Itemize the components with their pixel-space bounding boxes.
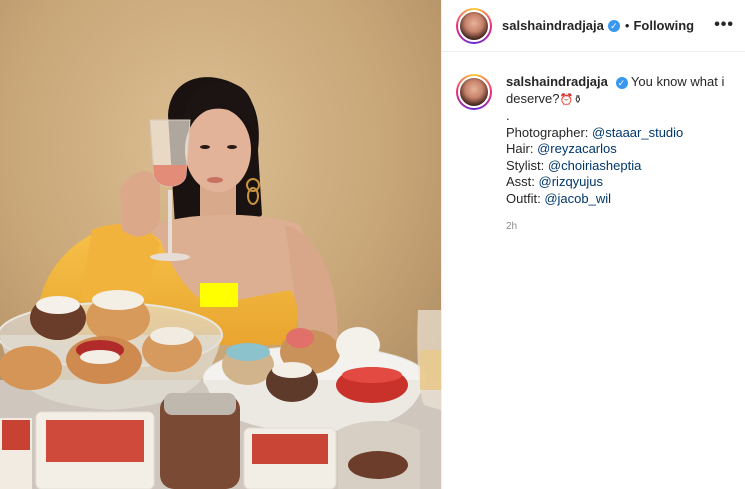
avatar[interactable] — [456, 7, 492, 44]
mention-link[interactable]: @jacob_wil — [544, 191, 611, 206]
post-photo[interactable] — [0, 0, 441, 489]
post-header: salshaindradjaja ✓ • Following ••• — [442, 0, 745, 52]
credit-label: Hair: — [506, 141, 534, 156]
post-side-panel: salshaindradjaja ✓ • Following ••• salsh… — [441, 0, 745, 489]
credit-label: Photographer: — [506, 124, 589, 140]
mention-link[interactable]: @choiriasheptia — [548, 158, 641, 173]
caption-avatar[interactable] — [456, 74, 492, 110]
verified-badge-icon: ✓ — [607, 19, 620, 32]
credit-label: Outfit: — [506, 190, 541, 206]
post-caption: salshaindradjaja ✓ You know what i deser… — [456, 74, 736, 236]
credit-line: Outfit: @jacob_wil — [506, 191, 736, 208]
caption-text-line: salshaindradjaja ✓ You know what i deser… — [506, 74, 736, 108]
caption-dot-line: . — [506, 108, 510, 123]
header-username[interactable]: salshaindradjaja — [502, 18, 604, 33]
urn-emoji: ⚱ — [573, 93, 583, 106]
credit-line: Stylist: @choiriasheptia — [506, 158, 736, 175]
mention-link[interactable]: @rizqyujus — [539, 174, 604, 189]
verified-badge-icon: ✓ — [615, 77, 628, 89]
censor-block — [200, 283, 238, 307]
caption-username[interactable]: salshaindradjaja — [506, 74, 608, 89]
following-button[interactable]: Following — [633, 18, 694, 33]
mention-link[interactable]: @staaar_studio — [592, 125, 683, 140]
mention-link[interactable]: @reyzacarlos — [537, 141, 617, 156]
credit-label: Asst: — [506, 174, 535, 189]
instagram-post: salshaindradjaja ✓ • Following ••• salsh… — [0, 0, 745, 489]
credit-line: Hair: @reyzacarlos — [506, 141, 736, 158]
more-options-icon[interactable]: ••• — [714, 16, 734, 34]
caption-body: salshaindradjaja ✓ You know what i deser… — [506, 74, 736, 236]
credit-line: Photographer: @staaar_studio — [506, 125, 736, 142]
credit-line: Asst: @rizqyujus — [506, 174, 736, 191]
photo-illustration — [0, 0, 441, 489]
post-timestamp[interactable]: 2h — [506, 219, 736, 236]
alarm-clock-emoji: ⏰ — [559, 93, 574, 106]
credit-label: Stylist: — [506, 157, 545, 173]
separator-dot: • — [624, 18, 630, 33]
